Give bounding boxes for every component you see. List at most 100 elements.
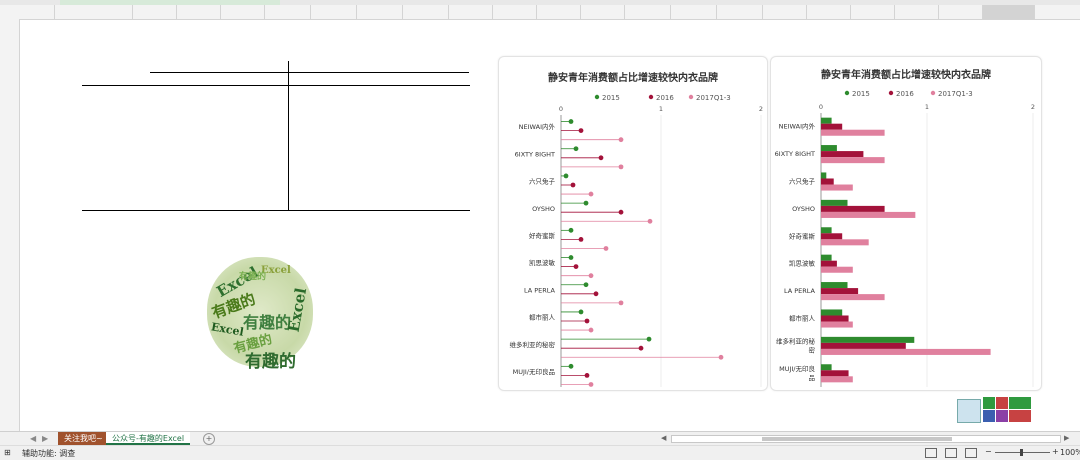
column-header[interactable]	[625, 5, 671, 19]
bar[interactable]	[821, 239, 869, 246]
bar[interactable]	[821, 260, 837, 267]
row-header[interactable]	[0, 255, 19, 267]
row-header[interactable]	[0, 267, 19, 279]
lollipop-point[interactable]	[618, 209, 624, 215]
row-header[interactable]	[0, 81, 19, 93]
row-header[interactable]	[0, 416, 19, 428]
toolbar-icon[interactable]	[1009, 397, 1031, 409]
bar[interactable]	[821, 254, 832, 261]
row-header[interactable]	[0, 354, 19, 366]
lollipop-point[interactable]	[646, 336, 652, 342]
row-header[interactable]	[0, 391, 19, 403]
row-header[interactable]	[0, 317, 19, 329]
column-header[interactable]	[671, 5, 717, 19]
word-cloud-image[interactable]: Excel 有趣的 有趣的 Excel 有趣的 Excel 有趣的 Excel 有趣的	[203, 251, 318, 372]
lollipop-point[interactable]	[568, 119, 574, 124]
bar[interactable]	[821, 266, 853, 273]
row-header[interactable]	[0, 106, 19, 118]
zoom-level[interactable]: 100%	[1060, 448, 1080, 457]
add-sheet-icon[interactable]: +	[203, 433, 215, 445]
row-header[interactable]	[0, 131, 19, 143]
row-header[interactable]	[0, 217, 19, 229]
lollipop-point[interactable]	[618, 164, 624, 170]
column-header[interactable]	[763, 5, 807, 19]
bar[interactable]	[821, 184, 853, 191]
column-header[interactable]	[581, 5, 625, 19]
lollipop-point[interactable]	[573, 264, 579, 269]
next-sheet-icon[interactable]: ▶	[42, 434, 48, 443]
zoom-out-icon[interactable]: −	[985, 447, 992, 456]
row-header[interactable]	[0, 304, 19, 316]
column-header[interactable]	[265, 5, 311, 19]
bar[interactable]	[821, 145, 837, 152]
toolbar-icon[interactable]	[1009, 410, 1031, 422]
bar[interactable]	[821, 376, 853, 383]
zoom-in-icon[interactable]: +	[1052, 447, 1059, 456]
thumbnail-icon[interactable]	[957, 399, 981, 423]
bar[interactable]	[821, 172, 827, 179]
toolbar-icon[interactable]	[983, 410, 995, 422]
row-header[interactable]	[0, 118, 19, 130]
column-header[interactable]	[311, 5, 357, 19]
column-header[interactable]	[1035, 5, 1080, 19]
zoom-slider-thumb[interactable]	[1020, 449, 1023, 456]
lollipop-point[interactable]	[618, 300, 624, 306]
lollipop-point[interactable]	[588, 191, 594, 197]
bar[interactable]	[821, 342, 906, 349]
lollipop-point[interactable]	[578, 309, 584, 315]
column-header[interactable]	[895, 5, 939, 19]
row-header[interactable]	[0, 205, 19, 217]
column-header[interactable]	[983, 5, 1035, 19]
column-header[interactable]	[177, 5, 221, 19]
lollipop-chart[interactable]: 静安青年消费额占比增速较快内衣品牌 2015 2016 2017Q1-3 0 1 2 NEI…	[498, 56, 768, 391]
lollipop-point[interactable]	[568, 255, 574, 260]
column-header[interactable]	[221, 5, 265, 19]
row-header[interactable]	[0, 93, 19, 105]
column-header[interactable]	[851, 5, 895, 19]
bar[interactable]	[821, 178, 834, 185]
row-header[interactable]	[0, 279, 19, 291]
bar[interactable]	[821, 211, 916, 218]
row-header[interactable]	[0, 143, 19, 155]
accessibility-status[interactable]: 辅助功能: 调查	[22, 448, 75, 459]
column-header[interactable]	[19, 5, 55, 19]
column-header[interactable]	[493, 5, 537, 19]
bar[interactable]	[821, 309, 843, 316]
toolbar-icon[interactable]	[996, 410, 1008, 422]
lollipop-point[interactable]	[618, 137, 624, 143]
bar[interactable]	[821, 282, 848, 289]
bar[interactable]	[821, 321, 853, 328]
lollipop-point[interactable]	[584, 318, 590, 324]
lollipop-point[interactable]	[718, 354, 724, 360]
lollipop-point[interactable]	[638, 345, 644, 351]
bar[interactable]	[821, 336, 915, 343]
lollipop-point[interactable]	[588, 273, 594, 279]
bar-chart[interactable]: 静安青年消费额占比增速较快内衣品牌 2015 2016 2017Q1-3 0 1 2 NEI…	[770, 56, 1042, 391]
lollipop-point[interactable]	[568, 363, 574, 369]
lollipop-point[interactable]	[578, 237, 584, 242]
lollipop-point[interactable]	[647, 218, 653, 224]
column-header[interactable]	[403, 5, 449, 19]
bar[interactable]	[821, 129, 885, 136]
column-header[interactable]	[357, 5, 403, 19]
scroll-right-icon[interactable]: ▶	[1064, 434, 1069, 442]
bar[interactable]	[821, 370, 849, 377]
bar[interactable]	[821, 117, 832, 124]
row-header[interactable]	[0, 341, 19, 353]
bar[interactable]	[821, 315, 849, 322]
lollipop-point[interactable]	[593, 291, 599, 297]
row-header[interactable]	[0, 329, 19, 341]
lollipop-point[interactable]	[563, 173, 569, 179]
column-header[interactable]	[55, 5, 133, 19]
bar[interactable]	[821, 205, 885, 212]
bar[interactable]	[821, 157, 885, 164]
row-header[interactable]	[0, 56, 19, 68]
page-break-icon[interactable]	[965, 448, 977, 458]
row-header[interactable]	[0, 242, 19, 254]
bar[interactable]	[821, 123, 843, 130]
normal-view-icon[interactable]	[925, 448, 937, 458]
bar[interactable]	[821, 151, 864, 158]
lollipop-point[interactable]	[588, 382, 594, 387]
row-header[interactable]	[0, 180, 19, 192]
bar[interactable]	[821, 364, 832, 371]
